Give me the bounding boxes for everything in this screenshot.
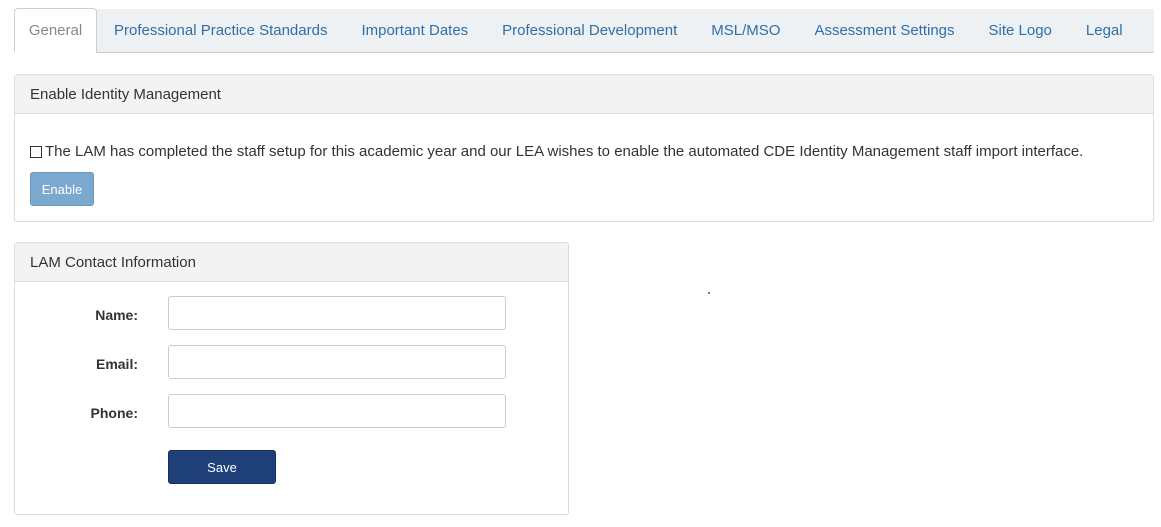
tab-site-logo[interactable]: Site Logo [972,8,1069,52]
contact-panel-title: LAM Contact Information [15,243,568,282]
enable-identity-checkbox[interactable] [30,145,42,158]
consent-text: The LAM has completed the staff setup fo… [45,143,1084,160]
tab-important-dates[interactable]: Important Dates [344,8,485,52]
email-label: Email: [95,356,138,372]
consent-row: The LAM has completed the staff setup fo… [30,143,1083,160]
tab-general[interactable]: General [14,8,97,53]
tab-professional-development[interactable]: Professional Development [485,8,694,52]
stray-dot [708,292,710,294]
tab-msl-mso[interactable]: MSL/MSO [694,8,797,52]
identity-management-panel: Enable Identity Management The LAM has c… [14,74,1154,222]
tab-legal[interactable]: Legal [1069,8,1140,52]
enable-button[interactable]: Enable [30,172,94,206]
name-field[interactable] [168,296,506,330]
email-field[interactable] [168,345,506,379]
phone-label: Phone: [90,405,138,421]
tab-professional-practice-standards[interactable]: Professional Practice Standards [97,8,344,52]
lam-contact-panel: LAM Contact Information Name: Email: Pho… [14,242,569,515]
settings-page: General Professional Practice Standards … [0,0,1161,527]
name-label: Name: [95,307,138,323]
tab-assessment-settings[interactable]: Assessment Settings [797,8,971,52]
save-button[interactable]: Save [168,450,276,484]
identity-panel-title: Enable Identity Management [15,75,1153,114]
settings-tabs: General Professional Practice Standards … [14,8,1154,53]
phone-field[interactable] [168,394,506,428]
